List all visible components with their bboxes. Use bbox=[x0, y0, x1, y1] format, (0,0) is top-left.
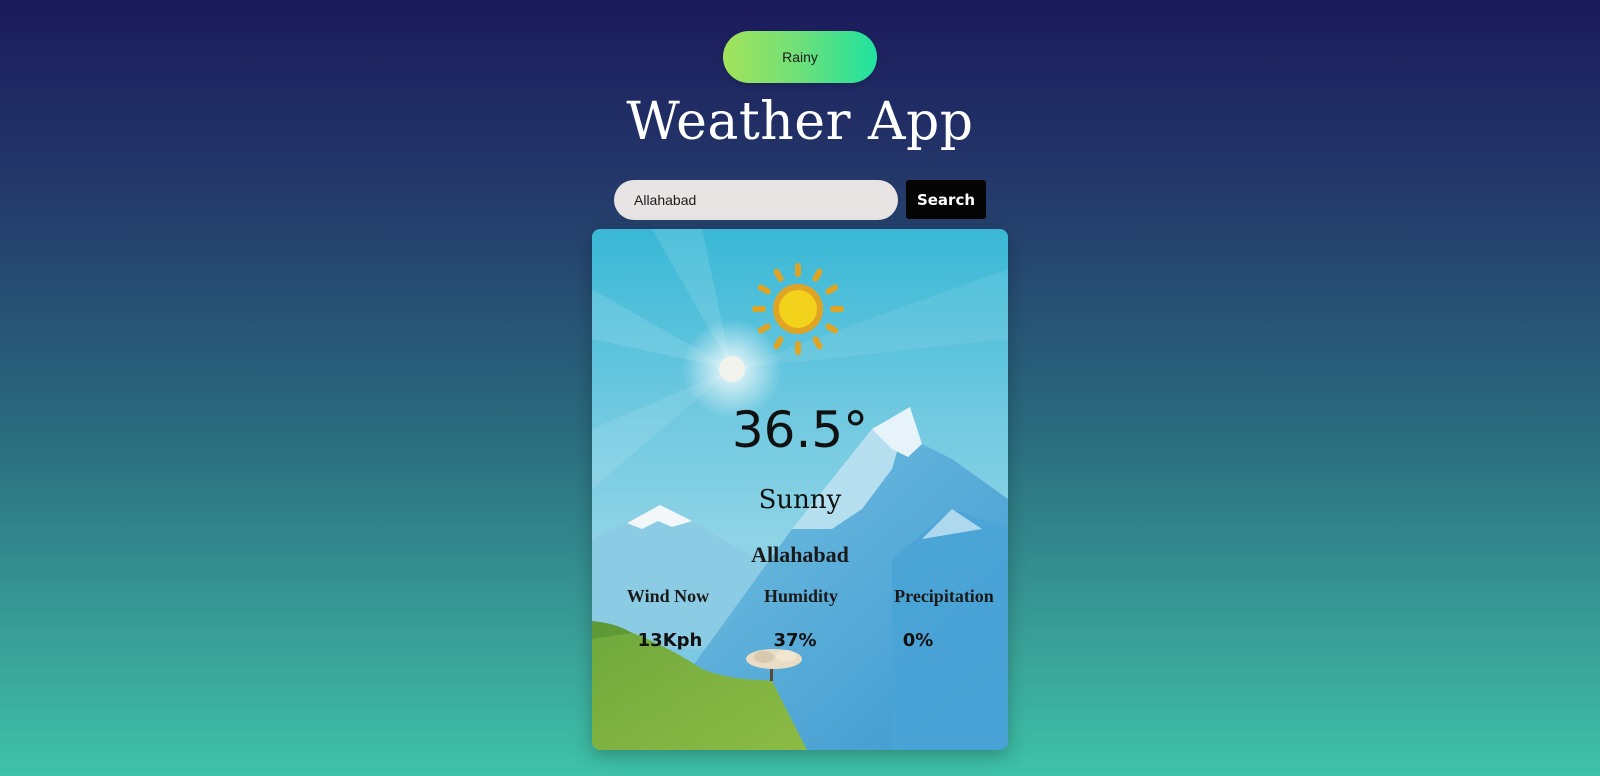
wind-value: 13Kph bbox=[637, 630, 703, 651]
city-name: Allahabad bbox=[751, 542, 849, 567]
temperature: 36.5° bbox=[731, 401, 869, 459]
precipitation-label: Precipitation bbox=[894, 586, 994, 606]
search-button[interactable]: Search bbox=[906, 180, 986, 219]
weather-condition: Sunny bbox=[758, 485, 842, 515]
mode-toggle-button[interactable]: Rainy bbox=[723, 31, 877, 83]
wind-label: Wind Now bbox=[626, 586, 710, 606]
precipitation-value: 0% bbox=[902, 630, 934, 651]
search-input[interactable] bbox=[614, 180, 898, 220]
humidity-label: Humidity bbox=[763, 586, 838, 606]
humidity-value: 37% bbox=[773, 630, 817, 651]
sun-icon bbox=[752, 263, 844, 355]
page-title: Weather App bbox=[626, 92, 974, 152]
weather-card: 36.5° Sunny Allahabad Wind Now Humidity … bbox=[592, 229, 1008, 750]
